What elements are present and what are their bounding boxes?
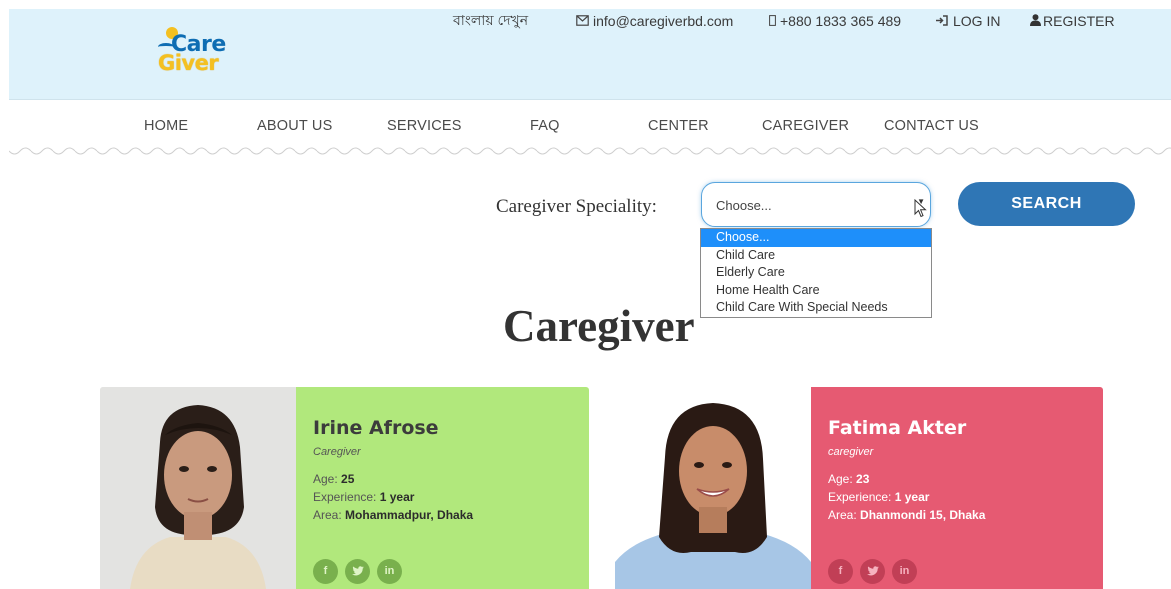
nav-contact-us[interactable]: CONTACT US [884,118,979,134]
envelope-icon [576,14,589,29]
dropdown-option-child-care-special-needs[interactable]: Child Care With Special Needs [701,299,931,317]
speciality-select[interactable]: Choose... ▼ [701,182,931,227]
twitter-icon[interactable] [860,559,885,584]
facebook-icon[interactable]: f [828,559,853,584]
caregiver-name[interactable]: Irine Afrose [313,417,589,439]
caregiver-name[interactable]: Fatima Akter [828,417,1103,439]
caregiver-card[interactable]: Irine Afrose Caregiver Age: 25 Experienc… [100,387,589,589]
phone-text: +880 1833 365 489 [780,13,902,29]
caregiver-age: Age: 23 [828,472,870,486]
caregiver-photo [100,387,296,589]
caregiver-experience: Experience: 1 year [828,490,930,504]
logo-text-giver: Giver [158,51,219,75]
caregiver-info: Fatima Akter caregiver Age: 23 Experienc… [811,387,1103,589]
linkedin-icon[interactable]: in [377,559,402,584]
nav-wave-divider [9,146,1171,160]
social-links: f in [828,559,917,584]
dropdown-option-elderly-care[interactable]: Elderly Care [701,264,931,282]
caregiver-role: Caregiver [313,446,361,458]
nav-home[interactable]: HOME [144,118,188,134]
email-link[interactable]: info@caregiverbd.com [576,11,733,31]
dropdown-option-child-care[interactable]: Child Care [701,247,931,265]
speciality-dropdown: Choose... Child Care Elderly Care Home H… [700,228,932,318]
language-link-label: বাংলায় দেখুন [453,12,529,28]
facebook-icon[interactable]: f [313,559,338,584]
caregiver-area: Area: Dhanmondi 15, Dhaka [828,508,986,522]
search-button[interactable]: SEARCH [958,182,1135,226]
email-text: info@caregiverbd.com [593,13,734,29]
nav-faq[interactable]: FAQ [530,118,560,134]
register-link[interactable]: REGISTER [1030,11,1115,31]
phone-icon [769,14,776,29]
register-label: REGISTER [1043,13,1115,29]
nav-services[interactable]: SERVICES [387,118,462,134]
sign-in-icon [935,14,949,29]
dropdown-option-home-health-care[interactable]: Home Health Care [701,282,931,300]
nav-caregiver[interactable]: CAREGIVER [762,118,849,134]
social-links: f in [313,559,402,584]
language-link[interactable]: বাংলায় দেখুন [453,11,528,31]
login-link[interactable]: LOG IN [935,11,1000,31]
phone-link[interactable]: +880 1833 365 489 [769,11,901,31]
section-title: Caregiver [503,301,695,351]
caregiver-age: Age: 25 [313,472,355,486]
twitter-icon[interactable] [345,559,370,584]
speciality-select-value: Choose... [716,198,772,213]
user-icon [1030,13,1041,29]
caregiver-info: Irine Afrose Caregiver Age: 25 Experienc… [296,387,589,589]
caregiver-experience: Experience: 1 year [313,490,415,504]
caregiver-role: caregiver [828,446,874,458]
dropdown-option-choose[interactable]: Choose... [701,229,931,247]
speciality-label: Caregiver Speciality: [496,196,657,217]
nav-about-us[interactable]: ABOUT US [257,118,332,134]
mouse-cursor-icon [914,199,927,218]
caregiver-photo [615,387,811,589]
login-label: LOG IN [953,13,1001,29]
caregiver-card[interactable]: Fatima Akter caregiver Age: 23 Experienc… [615,387,1103,589]
linkedin-icon[interactable]: in [892,559,917,584]
caregiver-area: Area: Mohammadpur, Dhaka [313,508,474,522]
nav-center[interactable]: CENTER [648,118,709,134]
site-logo[interactable]: Care Giver [154,23,254,81]
